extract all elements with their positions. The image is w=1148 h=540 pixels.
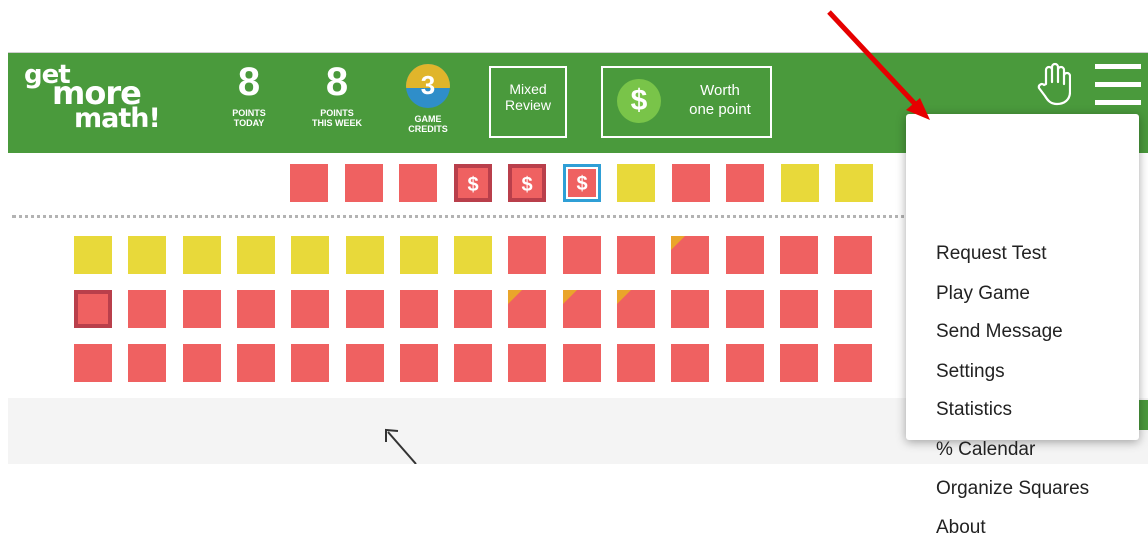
- square-red-partial[interactable]: [563, 290, 601, 328]
- square-red[interactable]: [671, 290, 709, 328]
- square-red[interactable]: [128, 290, 166, 328]
- square-dollar[interactable]: $: [454, 164, 492, 202]
- menu-item-settings[interactable]: Settings: [936, 360, 1005, 384]
- menu-item-statistics[interactable]: Statistics: [936, 398, 1012, 422]
- menu-item-play-game[interactable]: Play Game: [936, 282, 1030, 306]
- menu-item-percent-calendar[interactable]: % Calendar: [936, 438, 1035, 462]
- square-red[interactable]: [726, 290, 764, 328]
- dropdown-menu: Request Test Play Game Send Message Sett…: [906, 114, 1139, 538]
- square-yellow[interactable]: [617, 164, 655, 202]
- square-yellow[interactable]: [237, 236, 275, 274]
- game-credits-label: GAME CREDITS: [408, 114, 448, 134]
- square-red[interactable]: [726, 236, 764, 274]
- game-credits-value: 3: [420, 70, 436, 100]
- menu-item-send-message[interactable]: Send Message: [936, 320, 1063, 344]
- square-red[interactable]: [563, 344, 601, 382]
- square-yellow[interactable]: [74, 236, 112, 274]
- hand-pointer-icon[interactable]: [1037, 62, 1071, 106]
- square-red[interactable]: [671, 344, 709, 382]
- points-today-value: 8: [237, 60, 261, 104]
- square-red[interactable]: [346, 344, 384, 382]
- square-red[interactable]: [400, 344, 438, 382]
- points-today: 8 POINTS TODAY: [214, 60, 284, 128]
- square-red[interactable]: [780, 236, 818, 274]
- square-red[interactable]: [834, 236, 872, 274]
- square-red-current[interactable]: [74, 290, 112, 328]
- square-red[interactable]: [726, 344, 764, 382]
- square-red[interactable]: [508, 344, 546, 382]
- square-red[interactable]: [346, 290, 384, 328]
- menu-item-about[interactable]: About: [936, 516, 986, 540]
- points-week-label: POINTS THIS WEEK: [311, 108, 362, 128]
- partial-corner-marker: [563, 290, 577, 304]
- square-red[interactable]: [291, 290, 329, 328]
- square-yellow[interactable]: [781, 164, 819, 202]
- points-week-value: 8: [325, 60, 349, 104]
- square-red[interactable]: [834, 344, 872, 382]
- square-red-partial[interactable]: [671, 236, 709, 274]
- square-red[interactable]: [400, 290, 438, 328]
- square-red[interactable]: [617, 236, 655, 274]
- square-red[interactable]: [780, 290, 818, 328]
- worth-one-point-indicator: $ Worth one point: [601, 66, 772, 138]
- partial-corner-marker: [671, 236, 685, 250]
- square-red[interactable]: [454, 290, 492, 328]
- square-yellow[interactable]: [454, 236, 492, 274]
- square-red[interactable]: [183, 290, 221, 328]
- divider-line: [12, 215, 912, 218]
- menu-item-request-test[interactable]: Request Test: [936, 242, 1047, 266]
- square-red[interactable]: [183, 344, 221, 382]
- square-dollar-current[interactable]: $: [563, 164, 601, 202]
- points-today-label: POINTS TODAY: [232, 108, 266, 128]
- square-red[interactable]: [834, 290, 872, 328]
- square-red[interactable]: [780, 344, 818, 382]
- square-red[interactable]: [454, 344, 492, 382]
- square-yellow[interactable]: [183, 236, 221, 274]
- mixed-review-button[interactable]: Mixed Review: [489, 66, 567, 138]
- square-yellow[interactable]: [291, 236, 329, 274]
- menu-item-organize-squares[interactable]: Organize Squares: [936, 477, 1089, 501]
- square-red[interactable]: [74, 344, 112, 382]
- dollar-icon: $: [617, 79, 661, 123]
- square-red[interactable]: [237, 344, 275, 382]
- square-red[interactable]: [726, 164, 764, 202]
- square-red-partial[interactable]: [617, 290, 655, 328]
- square-red[interactable]: [508, 236, 546, 274]
- points-this-week: 8 POINTS THIS WEEK: [302, 60, 372, 128]
- square-yellow[interactable]: [400, 236, 438, 274]
- square-red[interactable]: [672, 164, 710, 202]
- square-yellow[interactable]: [835, 164, 873, 202]
- get-more-math-logo: get more math!: [24, 62, 194, 148]
- square-red[interactable]: [291, 344, 329, 382]
- square-red[interactable]: [563, 236, 601, 274]
- square-red[interactable]: [128, 344, 166, 382]
- partial-corner-marker: [508, 290, 522, 304]
- logo-line-2: more: [52, 74, 142, 112]
- partial-corner-marker: [617, 290, 631, 304]
- square-red-partial[interactable]: [508, 290, 546, 328]
- square-red[interactable]: [345, 164, 383, 202]
- hamburger-menu-icon[interactable]: [1095, 62, 1141, 108]
- worth-label: Worth one point: [689, 82, 751, 118]
- logo-line-3: math!: [74, 103, 161, 134]
- square-red[interactable]: [237, 290, 275, 328]
- square-red[interactable]: [617, 344, 655, 382]
- game-credits-badge[interactable]: 3: [406, 64, 450, 108]
- square-yellow[interactable]: [128, 236, 166, 274]
- square-dollar[interactable]: $: [508, 164, 546, 202]
- square-red[interactable]: [399, 164, 437, 202]
- square-yellow[interactable]: [346, 236, 384, 274]
- square-red[interactable]: [290, 164, 328, 202]
